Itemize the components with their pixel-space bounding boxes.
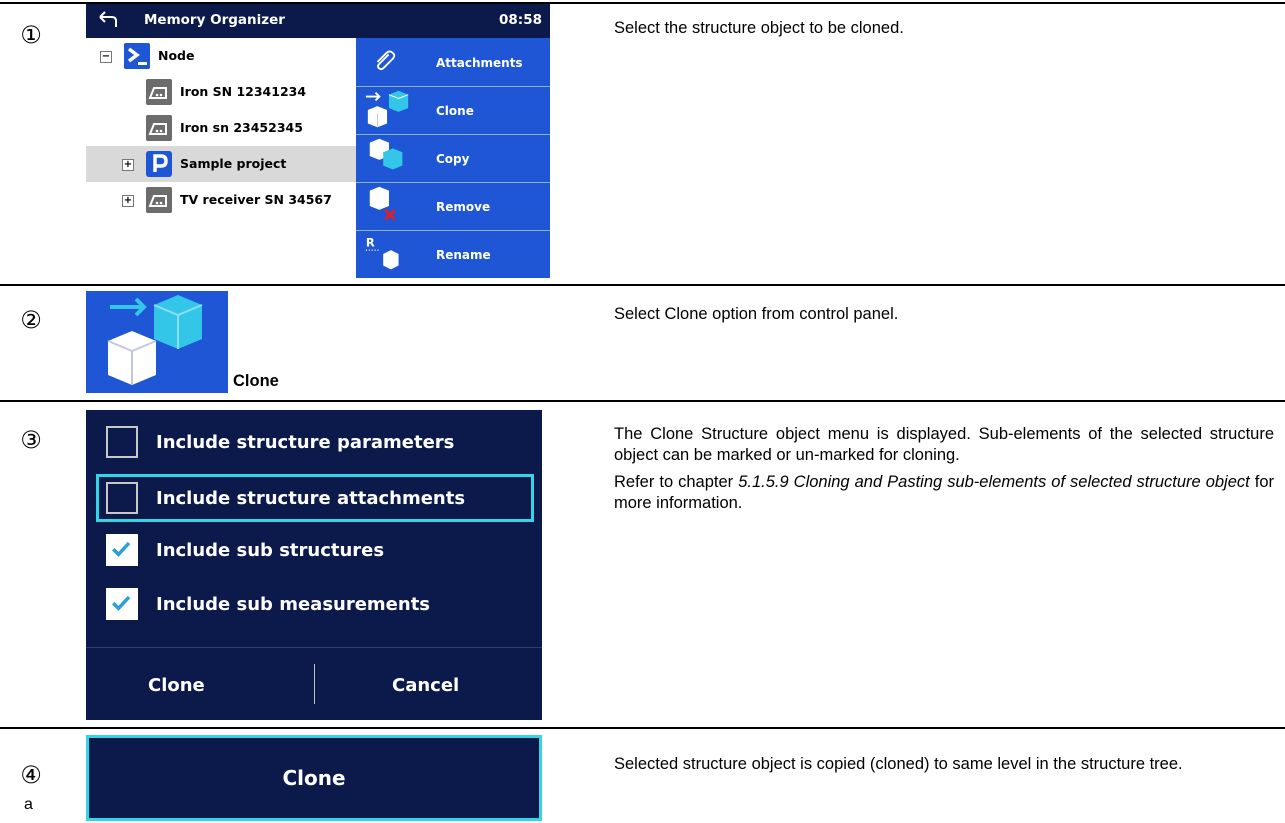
step-4-description: Selected structure object is copied (clo… [614,754,1274,781]
button-divider [314,664,315,704]
clock: 08:58 [499,12,542,28]
tree-item-label: Node [158,48,195,63]
step-2-description: Select Clone option from control panel. [614,304,1274,331]
clone-option-tile[interactable] [86,291,228,393]
step-1-text: Select the structure object to be cloned… [614,19,904,37]
tree-item-iron-1[interactable]: Iron SN 12341234 [86,74,356,110]
tree-item-iron-2[interactable]: Iron sn 23452345 [86,110,356,146]
rename-button[interactable]: R Rename [356,230,550,278]
checkbox[interactable] [106,426,138,458]
memory-organizer-screen: Memory Organizer 08:58 − Node Iron SN 12… [86,4,550,278]
clone-icon [107,295,203,385]
clone-button[interactable]: Clone [148,675,205,696]
clone-caption: Clone [233,372,279,390]
device-icon [146,187,172,213]
copy-icon [369,138,403,170]
row-divider [0,284,1285,286]
option-structure-parameters[interactable]: Include structure parameters [106,424,534,462]
step-number-2: ② [20,306,42,334]
row-divider [0,400,1285,402]
option-label: Include structure parameters [156,432,455,453]
option-label: Include sub structures [156,540,385,561]
step-3-text: The Clone Structure object menu is displ… [614,425,1274,464]
iron-icon [146,79,172,105]
clone-icon [365,90,409,128]
tree-item-label: Sample project [180,156,287,171]
tree-item-node[interactable]: − Node [86,38,356,74]
step-4-text: Selected structure object is copied (clo… [614,755,1183,773]
paperclip-icon [376,50,396,71]
screen-title: Memory Organizer [144,12,285,28]
expand-icon[interactable]: + [122,195,134,207]
remove-icon [369,186,396,221]
control-panel: Attachments Clone Copy Remove R Rename [356,38,550,278]
clone-confirm-label: Clone [282,766,346,790]
project-icon [146,151,172,177]
clone-confirm-button[interactable]: Clone [86,735,542,821]
step-3-description: The Clone Structure object menu is displ… [614,424,1274,520]
chapter-reference: 5.1.5.9 Cloning and Pasting sub-elements… [738,473,1250,491]
checkbox-checked[interactable] [106,534,138,566]
step-number-4: ④ [20,761,42,789]
attachments-button[interactable]: Attachments [356,38,550,87]
back-icon[interactable] [98,11,118,29]
tree-item-label: Iron SN 12341234 [180,84,307,99]
tree-item-tv-receiver[interactable]: + TV receiver SN 34567 [86,182,356,218]
ref-prefix: Refer to chapter [614,473,739,491]
button-label: Copy [436,152,470,166]
tree-item-label: Iron sn 23452345 [180,120,303,135]
rename-icon: R [365,235,399,270]
tree-item-sample-project[interactable]: + Sample project [86,146,356,182]
option-structure-attachments[interactable]: Include structure attachments [96,474,534,522]
option-sub-structures[interactable]: Include sub structures [106,532,534,570]
option-label: Include sub measurements [156,594,431,615]
header-bar: Memory Organizer 08:58 [86,4,550,38]
copy-button[interactable]: Copy [356,134,550,183]
checkbox[interactable] [106,482,138,514]
iron-icon [146,115,172,141]
button-label: Remove [436,200,491,214]
checkmark-icon [112,541,131,557]
step-number-4-sub: a [24,796,33,813]
checkbox-checked[interactable] [106,588,138,620]
step-3-reference: Refer to chapter 5.1.5.9 Cloning and Pas… [614,472,1274,514]
step-2-text: Select Clone option from control panel. [614,305,899,323]
svg-text:R: R [366,235,375,249]
step-number-3: ③ [20,426,42,454]
remove-button[interactable]: Remove [356,182,550,231]
clone-button[interactable]: Clone [356,86,550,135]
step-1-description: Select the structure object to be cloned… [614,18,1274,45]
button-label: Clone [436,104,474,118]
row-divider [0,727,1285,729]
collapse-icon[interactable]: − [100,51,112,63]
button-label: Attachments [436,56,523,70]
expand-icon[interactable]: + [122,159,134,171]
node-icon [124,43,150,69]
checkmark-icon [112,595,131,611]
option-sub-measurements[interactable]: Include sub measurements [106,586,534,624]
clone-structure-menu: Include structure parameters Include str… [86,410,542,720]
cancel-button[interactable]: Cancel [392,675,459,696]
tree-item-label: TV receiver SN 34567 [180,192,332,207]
menu-bottom-bar: Clone Cancel [86,647,542,721]
button-label: Rename [436,248,491,262]
option-label: Include structure attachments [156,488,466,509]
step-number-1: ① [20,21,42,49]
